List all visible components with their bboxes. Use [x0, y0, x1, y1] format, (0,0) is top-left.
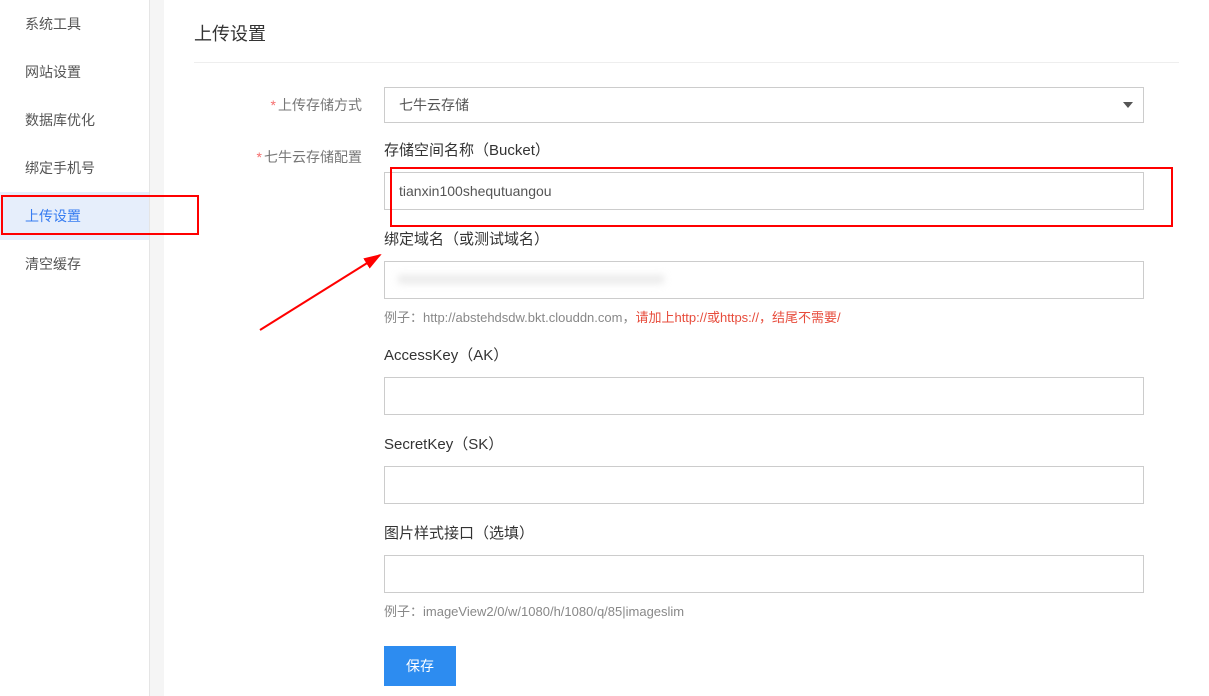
- sidebar-item-system-tools[interactable]: 系统工具: [0, 0, 149, 48]
- storage-method-select[interactable]: 七牛云存储: [384, 87, 1144, 123]
- storage-method-value: 七牛云存储: [399, 95, 469, 115]
- main-content: 上传设置 *上传存储方式 七牛云存储 *七牛云存储配置: [164, 0, 1209, 696]
- label-qiniu-config: *七牛云存储配置: [194, 139, 384, 167]
- field-domain: 绑定域名（或测试域名） xxxxxxxxxxxxxxxxxxxxxxxxxxxx…: [384, 228, 1144, 326]
- label-image-style: 图片样式接口（选填）: [384, 522, 1144, 543]
- sidebar-item-upload-settings[interactable]: 上传设置: [0, 192, 149, 240]
- sidebar-item-bind-phone[interactable]: 绑定手机号: [0, 144, 149, 192]
- label-accesskey: AccessKey（AK）: [384, 344, 1144, 365]
- chevron-down-icon: [1123, 102, 1133, 108]
- label-bucket: 存储空间名称（Bucket）: [384, 139, 1144, 160]
- save-button[interactable]: 保存: [384, 646, 456, 686]
- image-style-hint: 例子：imageView2/0/w/1080/h/1080/q/85|image…: [384, 601, 1144, 620]
- accesskey-input[interactable]: [384, 377, 1144, 415]
- sidebar: 系统工具 网站设置 数据库优化 绑定手机号 上传设置 清空缓存: [0, 0, 150, 696]
- domain-hint: 例子：http://abstehdsdw.bkt.clouddn.com，请加上…: [384, 307, 1144, 326]
- sidebar-item-db-optimize[interactable]: 数据库优化: [0, 96, 149, 144]
- field-image-style: 图片样式接口（选填） 例子：imageView2/0/w/1080/h/1080…: [384, 522, 1144, 620]
- bucket-input[interactable]: [384, 172, 1144, 210]
- image-style-input[interactable]: [384, 555, 1144, 593]
- secretkey-input[interactable]: [384, 466, 1144, 504]
- page-title: 上传设置: [194, 20, 1179, 63]
- label-storage-method: *上传存储方式: [194, 87, 384, 115]
- label-domain: 绑定域名（或测试域名）: [384, 228, 1144, 249]
- field-accesskey: AccessKey（AK）: [384, 344, 1144, 415]
- label-secretkey: SecretKey（SK）: [384, 433, 1144, 454]
- sidebar-item-site-settings[interactable]: 网站设置: [0, 48, 149, 96]
- domain-input[interactable]: [384, 261, 1144, 299]
- field-secretkey: SecretKey（SK）: [384, 433, 1144, 504]
- field-bucket: 存储空间名称（Bucket）: [384, 139, 1144, 210]
- sidebar-item-clear-cache[interactable]: 清空缓存: [0, 240, 149, 288]
